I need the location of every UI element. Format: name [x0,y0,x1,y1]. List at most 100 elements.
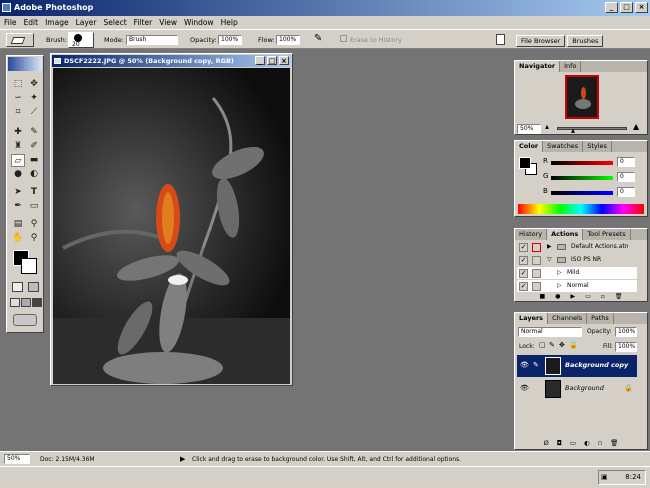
blend-mode-select[interactable]: Normal [518,327,582,337]
gradient-tool-icon[interactable]: ▬ [27,154,41,167]
palette-well-icon[interactable] [496,34,505,45]
action-check-icon[interactable]: ✓ [519,256,528,265]
tab-navigator[interactable]: Navigator [515,61,561,72]
layer-row-background[interactable]: 👁 Background 🔒 [517,378,637,400]
tab-history[interactable]: History [515,229,548,240]
delete-layer-icon[interactable]: 🗑 [610,438,618,448]
history-brush-tool-icon[interactable]: ✐ [27,140,41,153]
red-field[interactable]: 0 [617,157,635,167]
airbrush-icon[interactable]: ✎ [314,33,322,44]
tab-info[interactable]: Info [560,61,582,72]
marquee-tool-icon[interactable]: ⬚ [11,78,25,91]
document-close-button[interactable]: × [279,56,289,65]
expand-arrow-icon[interactable]: ▷ [557,267,562,279]
document-canvas[interactable] [53,68,290,384]
crop-tool-icon[interactable]: ⌗ [11,106,25,119]
maximize-button[interactable]: □ [620,2,633,13]
tab-styles[interactable]: Styles [583,141,612,152]
magic-wand-tool-icon[interactable]: ✦ [27,92,41,105]
tab-swatches[interactable]: Swatches [543,141,584,152]
type-tool-icon[interactable]: T [27,186,41,199]
slice-tool-icon[interactable]: ⟋ [27,106,41,119]
jump-to-imageready-icon[interactable] [13,314,37,326]
lock-all-icon[interactable]: 🔒 [569,341,578,349]
green-slider[interactable] [551,176,613,180]
fill-field[interactable]: 100% [615,342,637,352]
navigator-zoom-field[interactable]: 50% [517,124,541,134]
brush-link-icon[interactable]: ✎ [533,361,539,369]
screen-mode-full-icon[interactable] [32,298,42,307]
expand-arrow-icon[interactable]: ▷ [557,280,562,292]
tab-file-browser[interactable]: File Browser [516,35,566,47]
mode-select[interactable]: Brush [126,35,178,45]
delete-action-icon[interactable]: 🗑 [615,292,623,301]
notes-tool-icon[interactable]: ▤ [11,218,25,231]
record-icon[interactable]: ● [555,292,560,301]
menu-layer[interactable]: Layer [76,18,97,27]
menu-window[interactable]: Window [184,18,214,27]
tab-channels[interactable]: Channels [548,313,588,324]
action-check-icon[interactable]: ✓ [519,282,528,291]
visibility-eye-icon[interactable]: 👁 [520,384,529,392]
tab-brushes[interactable]: Brushes [567,35,604,47]
action-mild[interactable]: ✓ ▷ Mild [517,267,637,279]
action-check-icon[interactable]: ✓ [519,243,528,252]
stop-icon[interactable]: ■ [540,292,546,301]
add-mask-icon[interactable]: ◘ [557,438,562,448]
zoom-out-icon[interactable]: ▴ [545,122,549,131]
zoom-slider-thumb[interactable]: ▴ [571,126,575,135]
document-maximize-button[interactable]: □ [267,56,277,65]
brush-picker[interactable]: 20 [68,32,94,48]
quick-mask-mode-icon[interactable] [28,282,39,292]
lock-image-icon[interactable]: ✎ [549,341,555,349]
clone-stamp-tool-icon[interactable]: ♜ [11,140,25,153]
menu-select[interactable]: Select [104,18,127,27]
dialog-toggle-icon[interactable] [532,282,541,291]
close-button[interactable]: × [635,2,648,13]
navigator-zoom-slider[interactable] [557,127,627,130]
layer-opacity-field[interactable]: 100% [615,327,637,337]
zoom-tool-icon[interactable]: ⚲ [27,232,41,245]
tab-actions[interactable]: Actions [547,229,584,240]
tab-tool-presets[interactable]: Tool Presets [583,229,631,240]
add-style-icon[interactable]: Ø [544,438,549,448]
green-field[interactable]: 0 [617,172,635,182]
color-spectrum-bar[interactable] [518,204,644,214]
menu-file[interactable]: File [4,18,17,27]
tab-color[interactable]: Color [515,141,544,152]
new-set-icon[interactable]: ▭ [585,292,591,301]
document-minimize-button[interactable]: _ [255,56,265,65]
brush-tool-icon[interactable]: ✎ [27,126,41,139]
lock-transparency-icon[interactable]: ▢ [539,341,546,349]
color-foreground-swatch[interactable] [519,157,531,169]
visibility-eye-icon[interactable]: 👁 [520,361,529,369]
dialog-toggle-icon[interactable] [532,269,541,278]
blur-tool-icon[interactable]: ● [11,168,25,181]
background-color-swatch[interactable] [21,258,37,274]
expand-arrow-icon[interactable]: ▶ [547,241,552,253]
action-set-default[interactable]: ✓ ▶ Default Actions.atn [517,241,637,253]
new-layer-icon[interactable]: ▫ [598,438,602,448]
status-arrow-icon[interactable]: ▶ [180,455,185,463]
dodge-tool-icon[interactable]: ◐ [27,168,41,181]
minimize-button[interactable]: _ [605,2,618,13]
layer-row-background-copy[interactable]: 👁 ✎ Background copy [517,355,637,377]
status-zoom-field[interactable]: 50% [4,454,30,464]
red-slider[interactable] [551,161,613,165]
erase-history-checkbox[interactable] [340,35,347,42]
path-selection-tool-icon[interactable]: ➤ [11,186,25,199]
flow-field[interactable]: 100% [276,35,300,45]
new-action-icon[interactable]: ▫ [601,292,605,301]
action-normal[interactable]: ✓ ▷ Normal [517,280,637,292]
dialog-toggle-icon[interactable] [532,243,541,252]
new-set-icon[interactable]: ▭ [570,438,576,448]
healing-brush-tool-icon[interactable]: ✚ [11,126,25,139]
collapse-arrow-icon[interactable]: ▽ [547,254,552,266]
lasso-tool-icon[interactable]: ∽ [11,92,25,105]
play-icon[interactable]: ▶ [570,292,575,301]
adjustment-layer-icon[interactable]: ◐ [584,438,590,448]
opacity-field[interactable]: 100% [218,35,242,45]
menu-view[interactable]: View [159,18,177,27]
dialog-toggle-icon[interactable] [532,256,541,265]
menu-help[interactable]: Help [221,18,238,27]
